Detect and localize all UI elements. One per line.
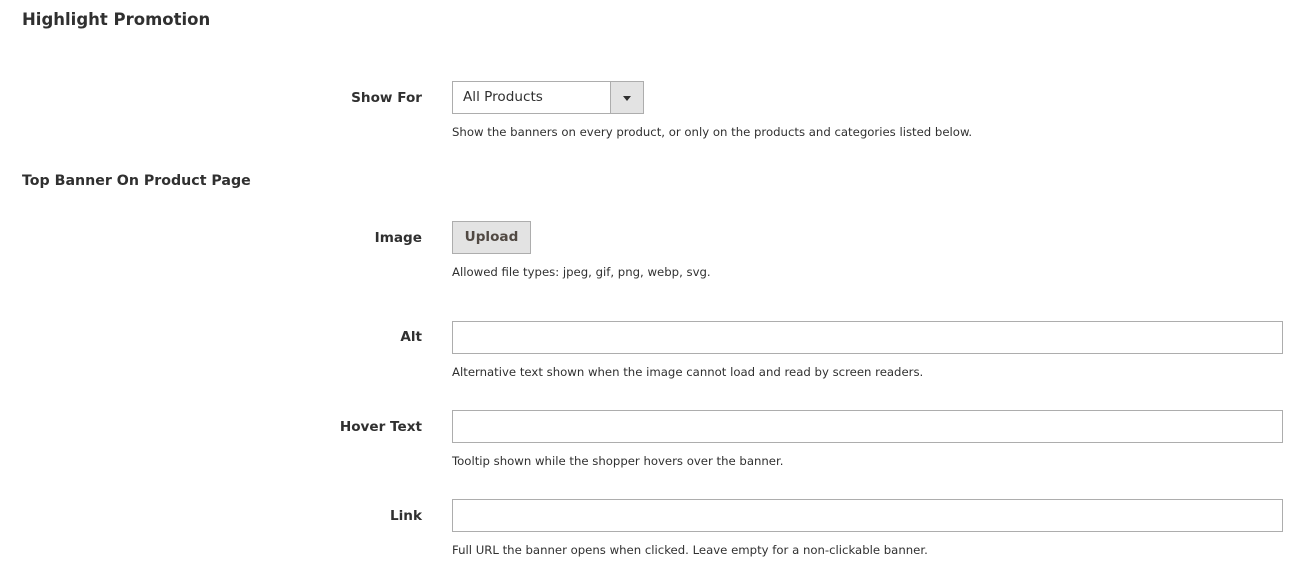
show-for-label: Show For xyxy=(351,90,422,106)
show-for-select[interactable]: All Products xyxy=(452,81,644,114)
alt-input[interactable] xyxy=(452,321,1283,354)
upload-button[interactable]: Upload xyxy=(452,221,531,254)
link-input[interactable] xyxy=(452,499,1283,532)
alt-note: Alternative text shown when the image ca… xyxy=(452,365,924,379)
select-toggle[interactable] xyxy=(610,82,643,113)
image-note: Allowed file types: jpeg, gif, png, webp… xyxy=(452,265,711,279)
hover-text-label: Hover Text xyxy=(339,419,422,435)
hover-text-input[interactable] xyxy=(452,410,1283,443)
show-for-note: Show the banners on every product, or on… xyxy=(452,125,973,139)
show-for-selected-value: All Products xyxy=(463,89,543,105)
link-note: Full URL the banner opens when clicked. … xyxy=(452,543,928,557)
section-title-highlight-promotion: Highlight Promotion xyxy=(22,10,211,29)
image-label: Image xyxy=(374,230,422,246)
alt-label: Alt xyxy=(400,329,422,345)
link-label: Link xyxy=(389,508,422,524)
section-title-top-banner: Top Banner On Product Page xyxy=(22,173,251,189)
chevron-down-icon xyxy=(623,96,631,101)
hover-text-note: Tooltip shown while the shopper hovers o… xyxy=(452,454,784,468)
